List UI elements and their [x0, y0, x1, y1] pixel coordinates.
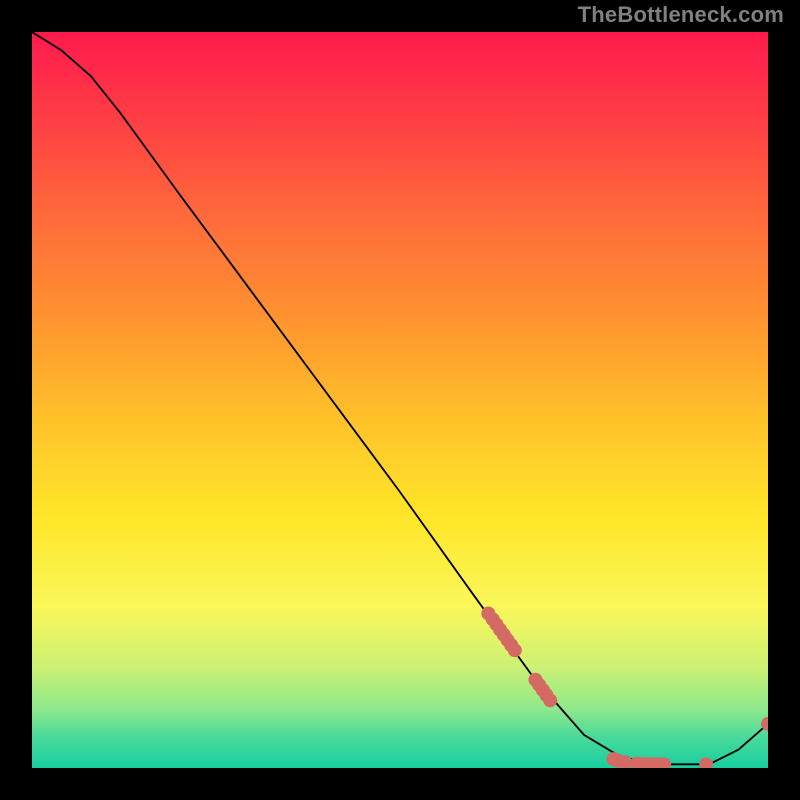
data-dot [481, 606, 495, 620]
data-dots-group [481, 606, 768, 768]
bottleneck-line [32, 32, 768, 764]
data-dot [532, 678, 546, 692]
plot-area [32, 32, 768, 768]
chart-frame: TheBottleneck.com [0, 0, 800, 800]
data-dot [640, 757, 654, 768]
chart-svg [32, 32, 768, 768]
data-dot [648, 757, 662, 768]
data-dot [508, 643, 522, 657]
data-dot [493, 623, 507, 637]
data-dot [699, 757, 713, 768]
data-dot [486, 612, 500, 626]
data-dot [630, 757, 644, 768]
data-dot [543, 693, 557, 707]
data-dot [489, 617, 503, 631]
data-dot [497, 628, 511, 642]
data-dot [539, 688, 553, 702]
data-dot [618, 755, 632, 768]
data-dot [657, 757, 671, 768]
data-dot [504, 638, 518, 652]
data-dot [644, 757, 658, 768]
data-dot [536, 683, 550, 697]
data-dot [606, 752, 620, 766]
data-dot [761, 717, 768, 731]
data-dot [611, 754, 625, 768]
data-dot [634, 757, 648, 768]
data-dot [653, 757, 667, 768]
watermark-title: TheBottleneck.com [578, 2, 784, 28]
data-dot [500, 633, 514, 647]
data-dot [528, 673, 542, 687]
